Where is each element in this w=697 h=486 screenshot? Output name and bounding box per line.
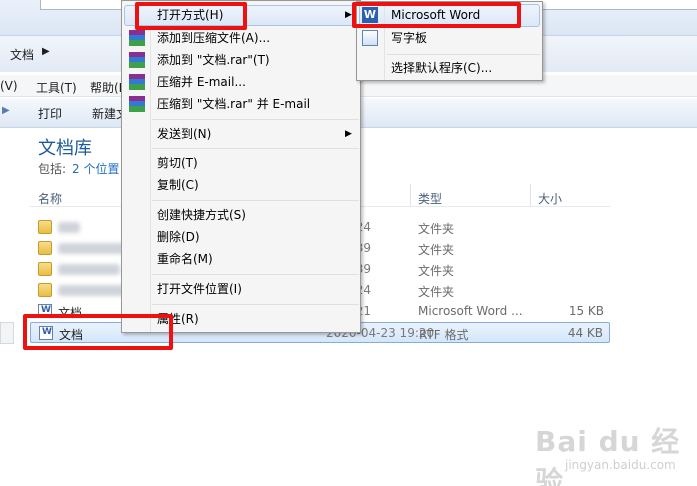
winrar-icon <box>129 30 145 46</box>
breadcrumb[interactable]: 文档 <box>10 46 34 63</box>
folder-icon <box>38 262 52 276</box>
blurred-name <box>58 222 80 233</box>
menu-tools[interactable]: 工具(T) <box>36 79 77 96</box>
nav-pane-scroll-stub[interactable] <box>0 322 14 344</box>
column-header-name[interactable]: 名称 <box>38 190 62 207</box>
file-type: RTF 格式 <box>419 328 469 342</box>
file-type: 文件夹 <box>418 285 455 299</box>
winrar-icon <box>129 52 145 68</box>
folder-icon <box>38 220 52 234</box>
winrar-icon <box>129 96 145 112</box>
menu-item-add-to-rar[interactable]: 添加到 "文档.rar"(T) <box>157 50 270 70</box>
menu-item-cut[interactable]: 剪切(T) <box>157 153 198 173</box>
winrar-icon <box>129 74 145 90</box>
annotation-box-word <box>352 2 521 28</box>
submenu-arrow-icon: ▶ <box>345 10 352 20</box>
menu-separator <box>152 200 359 201</box>
menu-separator <box>152 148 359 149</box>
menu-item-open-file-location[interactable]: 打开文件位置(I) <box>157 279 242 299</box>
file-size: 44 KB <box>567 326 603 340</box>
menu-item-compress-rar-email[interactable]: 压缩到 "文档.rar" 并 E-mail <box>157 94 310 114</box>
menu-separator <box>152 274 359 275</box>
submenu-arrow-icon: ▶ <box>345 129 352 139</box>
wordpad-icon <box>362 30 378 46</box>
blurred-name <box>58 285 126 296</box>
submenu-item-choose-default[interactable]: 选择默认程序(C)... <box>391 58 492 78</box>
baidu-watermark-url: jingyan.baidu.com <box>565 458 676 472</box>
column-divider[interactable] <box>530 184 531 206</box>
column-divider[interactable] <box>410 184 411 206</box>
file-type: Microsoft Word ... <box>418 304 523 318</box>
blurred-name <box>58 243 126 254</box>
library-locations-link[interactable]: 2 个位置 <box>72 160 119 177</box>
library-include-label: 包括: <box>38 162 67 176</box>
menu-view[interactable]: (V) <box>0 79 18 93</box>
library-title: 文档库 <box>38 138 92 159</box>
menu-separator <box>152 119 359 120</box>
menu-item-rename[interactable]: 重命名(M) <box>157 249 213 269</box>
baidu-watermark-logo: Bai du 经验 <box>535 425 681 486</box>
blurred-name <box>58 264 120 275</box>
file-size: 15 KB <box>568 304 604 318</box>
menu-item-delete[interactable]: 删除(D) <box>157 227 200 247</box>
toolbar-chevron-icon[interactable]: ▶ <box>2 105 10 116</box>
menu-item-compress-email[interactable]: 压缩并 E-mail... <box>157 72 246 92</box>
column-header-size[interactable]: 大小 <box>538 190 562 207</box>
print-button[interactable]: 打印 <box>38 105 62 122</box>
folder-icon <box>38 241 52 255</box>
menu-item-add-to-archive[interactable]: 添加到压缩文件(A)... <box>157 28 270 48</box>
folder-icon <box>38 283 52 297</box>
menu-item-send-to[interactable]: 发送到(N) <box>157 124 211 144</box>
submenu-item-wordpad[interactable]: 写字板 <box>391 28 427 48</box>
annotation-box-file <box>23 314 173 350</box>
menu-item-copy[interactable]: 复制(C) <box>157 175 199 195</box>
annotation-box-open-with <box>135 2 247 30</box>
file-type: 文件夹 <box>418 264 455 278</box>
breadcrumb-chevron-icon[interactable]: ▶ <box>42 46 50 57</box>
menu-item-create-shortcut[interactable]: 创建快捷方式(S) <box>157 205 246 225</box>
file-type: 文件夹 <box>418 243 455 257</box>
column-header-type[interactable]: 类型 <box>418 190 442 207</box>
menu-separator <box>152 304 359 305</box>
file-type: 文件夹 <box>418 222 455 236</box>
menu-gutter <box>150 1 151 332</box>
menu-separator <box>387 54 540 55</box>
